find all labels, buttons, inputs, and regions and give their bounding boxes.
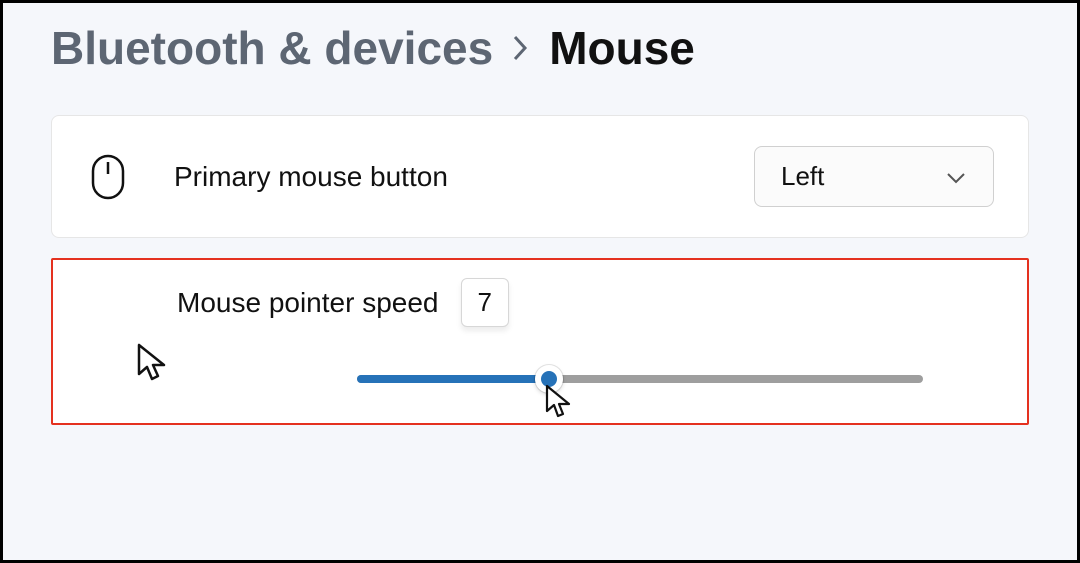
primary-mouse-button-row: Primary mouse button Left <box>51 115 1029 238</box>
breadcrumb-parent-link[interactable]: Bluetooth & devices <box>51 21 493 75</box>
dropdown-selected-value: Left <box>781 161 824 192</box>
primary-mouse-button-dropdown[interactable]: Left <box>754 146 994 207</box>
mouse-pointer-speed-value-tooltip: 7 <box>461 278 509 327</box>
settings-page: Bluetooth & devices Mouse Primary mouse … <box>3 3 1077 560</box>
cursor-icon <box>543 383 575 424</box>
speed-header: Mouse pointer speed 7 <box>177 278 993 327</box>
mouse-pointer-speed-row: Mouse pointer speed 7 <box>51 258 1029 425</box>
chevron-right-icon <box>511 33 531 63</box>
slider-track <box>357 375 923 383</box>
mouse-pointer-speed-slider[interactable] <box>357 375 923 383</box>
breadcrumb: Bluetooth & devices Mouse <box>51 21 1029 75</box>
breadcrumb-current: Mouse <box>549 21 695 75</box>
chevron-down-icon <box>945 161 967 192</box>
slider-fill <box>357 375 549 383</box>
pointer-icon <box>135 342 171 387</box>
mouse-pointer-speed-label: Mouse pointer speed <box>177 287 439 319</box>
primary-mouse-button-label: Primary mouse button <box>174 161 448 193</box>
mouse-icon <box>86 155 130 199</box>
